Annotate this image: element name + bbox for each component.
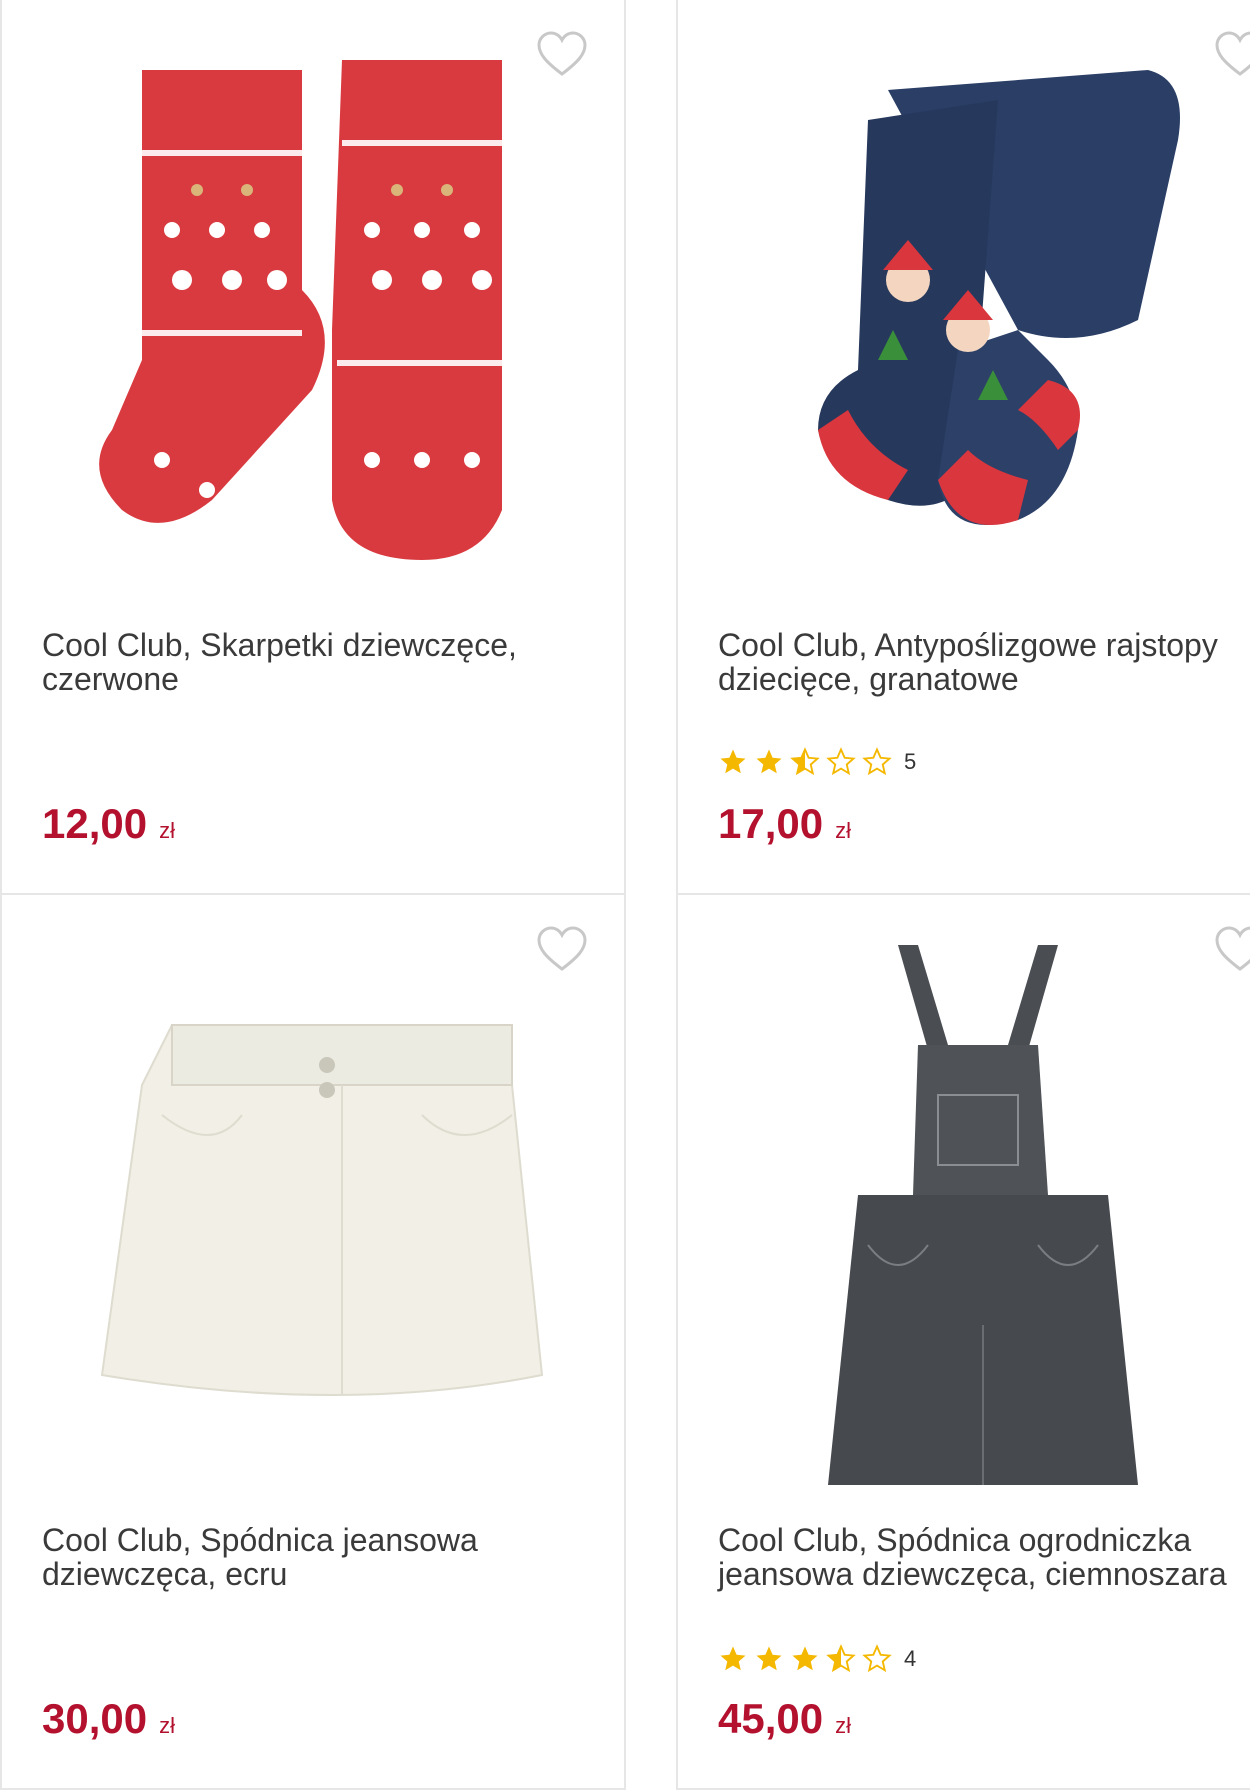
product-card-2[interactable]: Cool Club, Antypoślizgowe rajstopy dziec…: [676, 0, 1250, 895]
product-card-4[interactable]: Cool Club, Spódnica ogrodniczka jeansowa…: [676, 895, 1250, 1790]
product-image-dungaree[interactable]: [718, 925, 1250, 1485]
price-currency: zł: [835, 1713, 851, 1738]
price-currency: zł: [835, 818, 851, 843]
star-empty-icon: [862, 747, 892, 776]
product-title[interactable]: Cool Club, Skarpetki dziewczęce, czerwon…: [42, 628, 602, 696]
product-price: 30,00 zł: [42, 1695, 175, 1743]
rating-stars: 5: [718, 746, 916, 778]
product-price: 17,00 zł: [718, 800, 851, 848]
star-full-icon: [792, 1646, 818, 1671]
product-image-socks[interactable]: [42, 30, 582, 590]
star-empty-icon: [862, 1644, 892, 1673]
price-currency: zł: [159, 818, 175, 843]
price-currency: zł: [159, 1713, 175, 1738]
price-value: 12,00: [42, 800, 148, 847]
product-title[interactable]: Cool Club, Spódnica jeansowa dziewczęca,…: [42, 1523, 602, 1591]
product-title[interactable]: Cool Club, Spódnica ogrodniczka jeansowa…: [718, 1523, 1250, 1591]
product-grid: Cool Club, Skarpetki dziewczęce, czerwon…: [0, 0, 1250, 1790]
star-empty-icon: [826, 747, 856, 776]
product-card-3[interactable]: Cool Club, Spódnica jeansowa dziewczęca,…: [0, 895, 626, 1790]
price-value: 45,00: [718, 1695, 824, 1742]
star-half-icon: [826, 1644, 856, 1673]
rating-stars: 4: [718, 1643, 916, 1675]
price-value: 30,00: [42, 1695, 148, 1742]
product-price: 12,00 zł: [42, 800, 175, 848]
product-card-1[interactable]: Cool Club, Skarpetki dziewczęce, czerwon…: [0, 0, 626, 895]
star-full-icon: [720, 1646, 746, 1671]
product-image-tights[interactable]: [718, 30, 1250, 590]
product-price: 45,00 zł: [718, 1695, 851, 1743]
star-half-icon: [790, 747, 820, 776]
price-value: 17,00: [718, 800, 824, 847]
star-full-icon: [756, 749, 782, 774]
rating-count: 4: [904, 1646, 917, 1671]
rating-count: 5: [904, 749, 917, 774]
product-image-skirt[interactable]: [42, 925, 582, 1485]
product-title[interactable]: Cool Club, Antypoślizgowe rajstopy dziec…: [718, 628, 1250, 696]
star-full-icon: [756, 1646, 782, 1671]
star-full-icon: [720, 749, 746, 774]
